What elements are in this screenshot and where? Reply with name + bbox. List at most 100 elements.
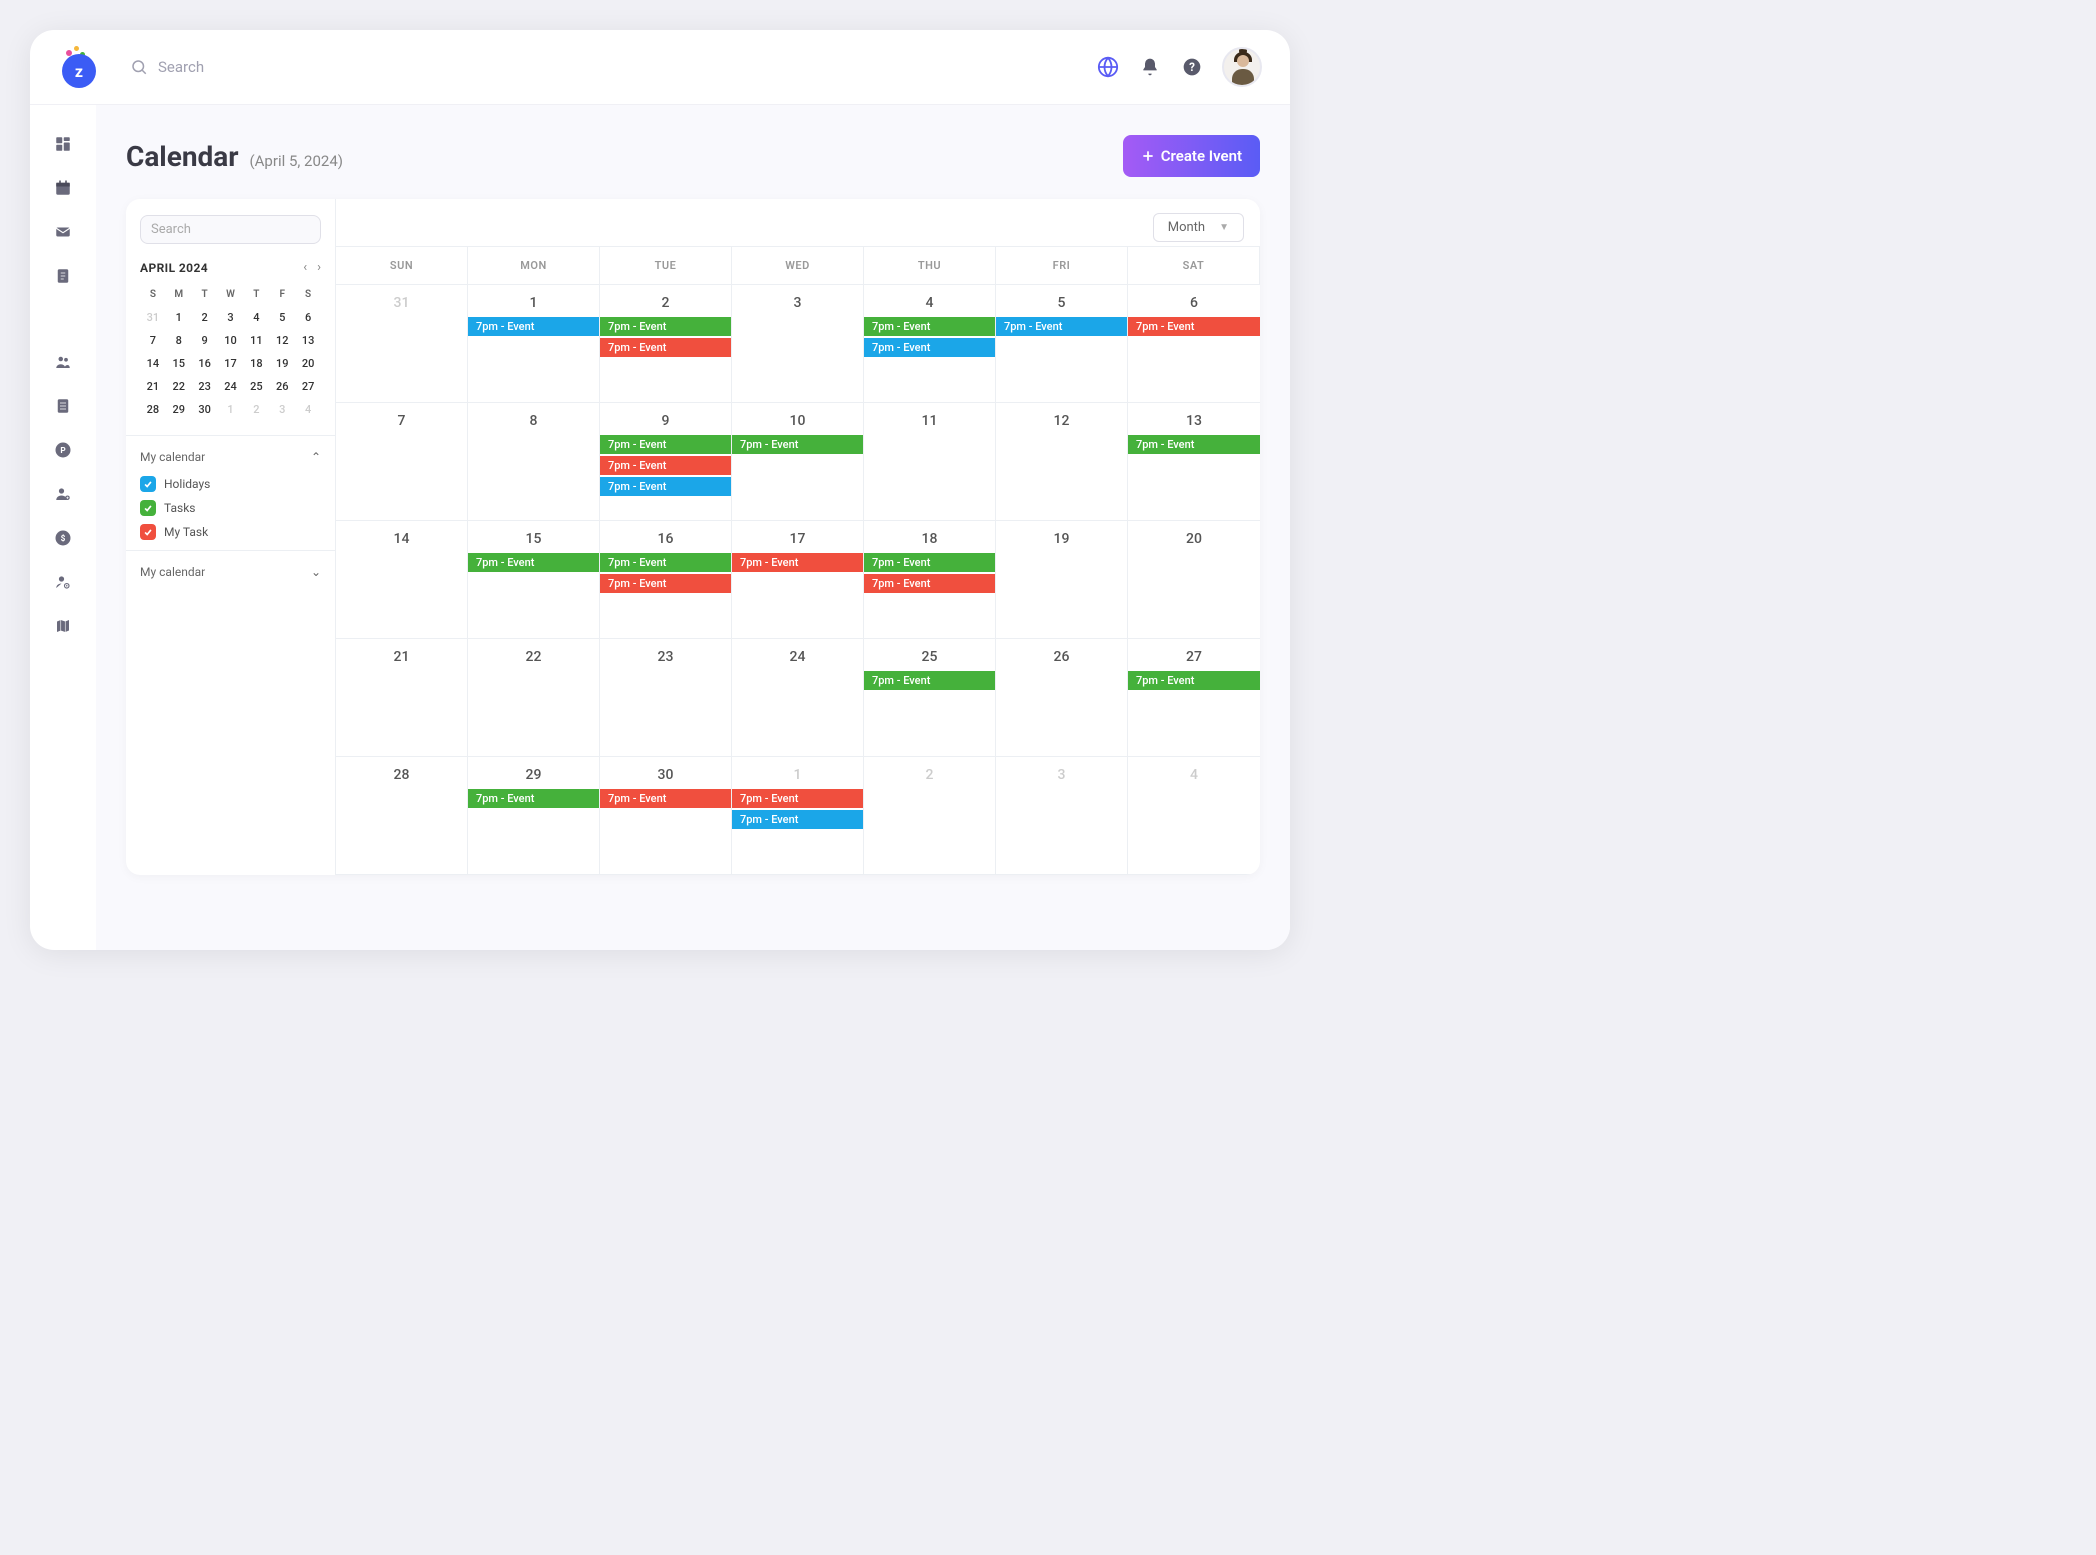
mini-day[interactable]: 17 xyxy=(218,352,244,375)
event-chip[interactable]: 7pm - Event xyxy=(468,553,599,572)
global-search-input[interactable] xyxy=(158,58,1096,76)
mini-day[interactable]: 3 xyxy=(218,306,244,329)
mini-day[interactable]: 20 xyxy=(295,352,321,375)
view-select[interactable]: Month ▼ xyxy=(1153,213,1244,242)
day-cell[interactable]: 8 xyxy=(468,403,600,521)
mini-day[interactable]: 30 xyxy=(192,398,218,421)
day-cell[interactable]: 277pm - Event xyxy=(1128,639,1260,757)
sidebar-people-icon[interactable] xyxy=(52,351,74,373)
event-chip[interactable]: 7pm - Event xyxy=(468,789,599,808)
day-cell[interactable]: 47pm - Event7pm - Event xyxy=(864,285,996,403)
day-cell[interactable]: 2 xyxy=(864,757,996,875)
event-chip[interactable]: 7pm - Event xyxy=(864,574,995,593)
mini-day[interactable]: 18 xyxy=(243,352,269,375)
mini-day[interactable]: 4 xyxy=(243,306,269,329)
event-chip[interactable]: 7pm - Event xyxy=(732,789,863,808)
calendar-filter-item[interactable]: Holidays xyxy=(140,476,321,492)
sidebar-mail-icon[interactable] xyxy=(52,221,74,243)
day-cell[interactable]: 17pm - Event7pm - Event xyxy=(732,757,864,875)
mini-day[interactable]: 24 xyxy=(218,375,244,398)
app-logo[interactable]: z xyxy=(58,46,100,88)
day-cell[interactable]: 24 xyxy=(732,639,864,757)
event-chip[interactable]: 7pm - Event xyxy=(864,317,995,336)
event-chip[interactable]: 7pm - Event xyxy=(732,810,863,829)
sidebar-money-icon[interactable]: $ xyxy=(52,527,74,549)
day-cell[interactable]: 27pm - Event7pm - Event xyxy=(600,285,732,403)
day-cell[interactable]: 19 xyxy=(996,521,1128,639)
day-cell[interactable]: 187pm - Event7pm - Event xyxy=(864,521,996,639)
panel-search[interactable] xyxy=(140,215,321,244)
event-chip[interactable]: 7pm - Event xyxy=(600,317,731,336)
mini-day[interactable]: 12 xyxy=(269,329,295,352)
day-cell[interactable]: 17pm - Event xyxy=(468,285,600,403)
mini-day[interactable]: 6 xyxy=(295,306,321,329)
sidebar-map-icon[interactable] xyxy=(52,615,74,637)
event-chip[interactable]: 7pm - Event xyxy=(996,317,1127,336)
sidebar-add-user-icon[interactable] xyxy=(52,483,74,505)
day-cell[interactable]: 297pm - Event xyxy=(468,757,600,875)
sidebar-dashboard-icon[interactable] xyxy=(52,133,74,155)
mini-day[interactable]: 28 xyxy=(140,398,166,421)
mini-day[interactable]: 22 xyxy=(166,375,192,398)
day-cell[interactable]: 3 xyxy=(996,757,1128,875)
mini-day[interactable]: 4 xyxy=(295,398,321,421)
mini-day[interactable]: 1 xyxy=(166,306,192,329)
day-cell[interactable]: 14 xyxy=(336,521,468,639)
mini-day[interactable]: 26 xyxy=(269,375,295,398)
mini-day[interactable]: 2 xyxy=(192,306,218,329)
day-cell[interactable]: 23 xyxy=(600,639,732,757)
mini-day[interactable]: 11 xyxy=(243,329,269,352)
day-cell[interactable]: 11 xyxy=(864,403,996,521)
event-chip[interactable]: 7pm - Event xyxy=(600,789,731,808)
event-chip[interactable]: 7pm - Event xyxy=(732,553,863,572)
sidebar-parking-icon[interactable]: P xyxy=(52,439,74,461)
day-cell[interactable]: 157pm - Event xyxy=(468,521,600,639)
mini-day[interactable]: 5 xyxy=(269,306,295,329)
mini-day[interactable]: 16 xyxy=(192,352,218,375)
event-chip[interactable]: 7pm - Event xyxy=(1128,435,1260,454)
mini-day[interactable]: 9 xyxy=(192,329,218,352)
mini-day[interactable]: 29 xyxy=(166,398,192,421)
create-event-button[interactable]: Create Ivent xyxy=(1123,135,1260,177)
day-cell[interactable]: 20 xyxy=(1128,521,1260,639)
mini-day[interactable]: 27 xyxy=(295,375,321,398)
mini-day[interactable]: 10 xyxy=(218,329,244,352)
mini-day[interactable]: 15 xyxy=(166,352,192,375)
event-chip[interactable]: 7pm - Event xyxy=(864,553,995,572)
mini-day[interactable]: 13 xyxy=(295,329,321,352)
mini-day[interactable]: 7 xyxy=(140,329,166,352)
panel-search-input[interactable] xyxy=(151,222,317,237)
day-cell[interactable]: 177pm - Event xyxy=(732,521,864,639)
mini-day[interactable]: 3 xyxy=(269,398,295,421)
day-cell[interactable]: 3 xyxy=(732,285,864,403)
my-calendar-toggle-2[interactable]: My calendar ⌄ xyxy=(140,561,321,583)
event-chip[interactable]: 7pm - Event xyxy=(600,456,731,475)
mini-day[interactable]: 8 xyxy=(166,329,192,352)
day-cell[interactable]: 12 xyxy=(996,403,1128,521)
mini-prev-button[interactable]: ‹ xyxy=(303,260,307,275)
day-cell[interactable]: 57pm - Event xyxy=(996,285,1128,403)
event-chip[interactable]: 7pm - Event xyxy=(1128,317,1260,336)
day-cell[interactable]: 167pm - Event7pm - Event xyxy=(600,521,732,639)
calendar-filter-item[interactable]: My Task xyxy=(140,524,321,540)
checkbox-icon[interactable] xyxy=(140,500,156,516)
mini-day[interactable]: 23 xyxy=(192,375,218,398)
event-chip[interactable]: 7pm - Event xyxy=(600,338,731,357)
day-cell[interactable]: 7 xyxy=(336,403,468,521)
help-icon[interactable]: ? xyxy=(1180,55,1204,79)
day-cell[interactable]: 22 xyxy=(468,639,600,757)
event-chip[interactable]: 7pm - Event xyxy=(864,671,995,690)
event-chip[interactable]: 7pm - Event xyxy=(600,477,731,496)
day-cell[interactable]: 26 xyxy=(996,639,1128,757)
bell-icon[interactable] xyxy=(1138,55,1162,79)
globe-icon[interactable] xyxy=(1096,55,1120,79)
event-chip[interactable]: 7pm - Event xyxy=(864,338,995,357)
calendar-filter-item[interactable]: Tasks xyxy=(140,500,321,516)
event-chip[interactable]: 7pm - Event xyxy=(1128,671,1260,690)
event-chip[interactable]: 7pm - Event xyxy=(732,435,863,454)
event-chip[interactable]: 7pm - Event xyxy=(600,574,731,593)
mini-day[interactable]: 25 xyxy=(243,375,269,398)
sidebar-settings-user-icon[interactable] xyxy=(52,571,74,593)
day-cell[interactable]: 137pm - Event xyxy=(1128,403,1260,521)
event-chip[interactable]: 7pm - Event xyxy=(468,317,599,336)
